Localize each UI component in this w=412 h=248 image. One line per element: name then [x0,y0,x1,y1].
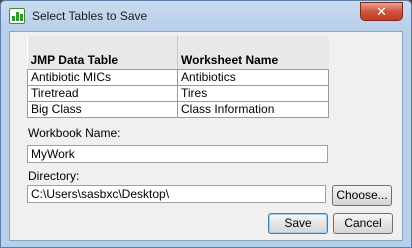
directory-label: Directory: [28,169,80,183]
dialog-body: JMP Data Table Worksheet Name Antibiotic… [9,31,403,241]
jmp-app-icon [9,8,25,24]
table-header-row: JMP Data Table Worksheet Name [27,36,329,70]
table-row[interactable]: Tiretread Tires [27,84,329,102]
data-table-cell[interactable]: Antibiotic MICs [27,68,178,86]
table-row[interactable]: Antibiotic MICs Antibiotics [27,68,329,86]
data-table-cell[interactable]: Tiretread [27,84,178,102]
worksheet-name-cell[interactable]: Class Information [177,100,329,118]
close-button[interactable]: ✕ [360,2,403,21]
choose-directory-button[interactable]: Choose... [332,185,392,206]
column-header-worksheet: Worksheet Name [177,36,329,70]
workbook-name-field[interactable]: MyWork [27,145,328,163]
title-bar[interactable]: Select Tables to Save ✕ [1,1,411,31]
dialog-window: Select Tables to Save ✕ JMP Data Table W… [0,0,412,248]
directory-field[interactable]: C:\Users\sasbxc\Desktop\ [27,185,326,203]
workbook-name-label: Workbook Name: [28,126,121,140]
column-header-data-table: JMP Data Table [27,36,178,70]
cancel-button[interactable]: Cancel [333,213,393,234]
tables-grid: JMP Data Table Worksheet Name Antibiotic… [27,36,329,118]
save-button[interactable]: Save [268,213,328,234]
data-table-cell[interactable]: Big Class [27,100,178,118]
table-row[interactable]: Big Class Class Information [27,100,329,118]
close-icon: ✕ [376,4,387,19]
worksheet-name-cell[interactable]: Tires [177,84,329,102]
worksheet-name-cell[interactable]: Antibiotics [177,68,329,86]
window-title: Select Tables to Save [32,9,148,23]
